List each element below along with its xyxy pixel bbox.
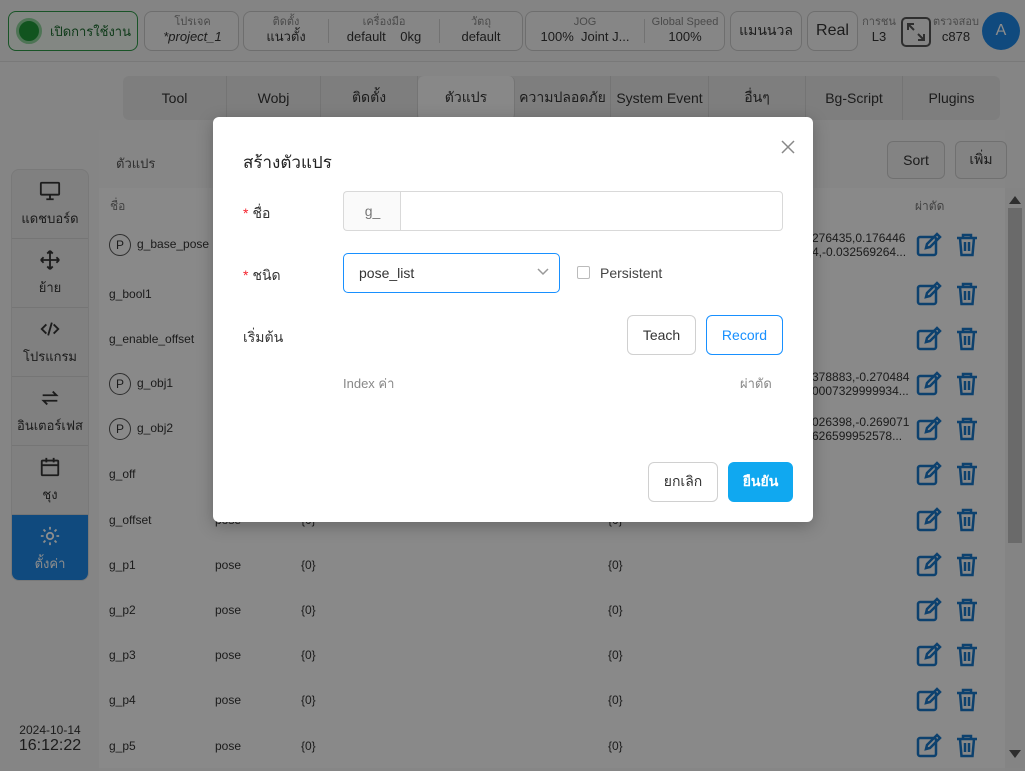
dialog-title: สร้างตัวแปร: [243, 153, 332, 172]
type-field-label: * ชนิด: [243, 267, 281, 283]
cancel-button[interactable]: ยกเลิก: [648, 462, 718, 502]
persistent-label[interactable]: Persistent: [600, 265, 662, 281]
initial-value-label: เริ่มต้น: [243, 329, 284, 345]
persistent-checkbox[interactable]: [577, 266, 590, 279]
create-variable-dialog: สร้างตัวแปร * ชื่อ g_ * ชนิด pose_list Per…: [213, 117, 813, 522]
close-icon[interactable]: [779, 138, 797, 156]
record-button[interactable]: Record: [706, 315, 783, 355]
name-input[interactable]: [400, 191, 783, 231]
name-prefix: g_: [343, 191, 401, 231]
chevron-down-icon: [537, 268, 549, 276]
confirm-button[interactable]: ยืนยัน: [728, 462, 793, 502]
teach-button[interactable]: Teach: [627, 315, 696, 355]
name-field-label: * ชื่อ: [243, 205, 271, 221]
action-header: ผ่าตัด: [740, 376, 772, 391]
type-select[interactable]: pose_list: [343, 253, 560, 293]
index-value-header: Index ค่า: [343, 376, 395, 391]
type-select-value: pose_list: [359, 265, 415, 281]
